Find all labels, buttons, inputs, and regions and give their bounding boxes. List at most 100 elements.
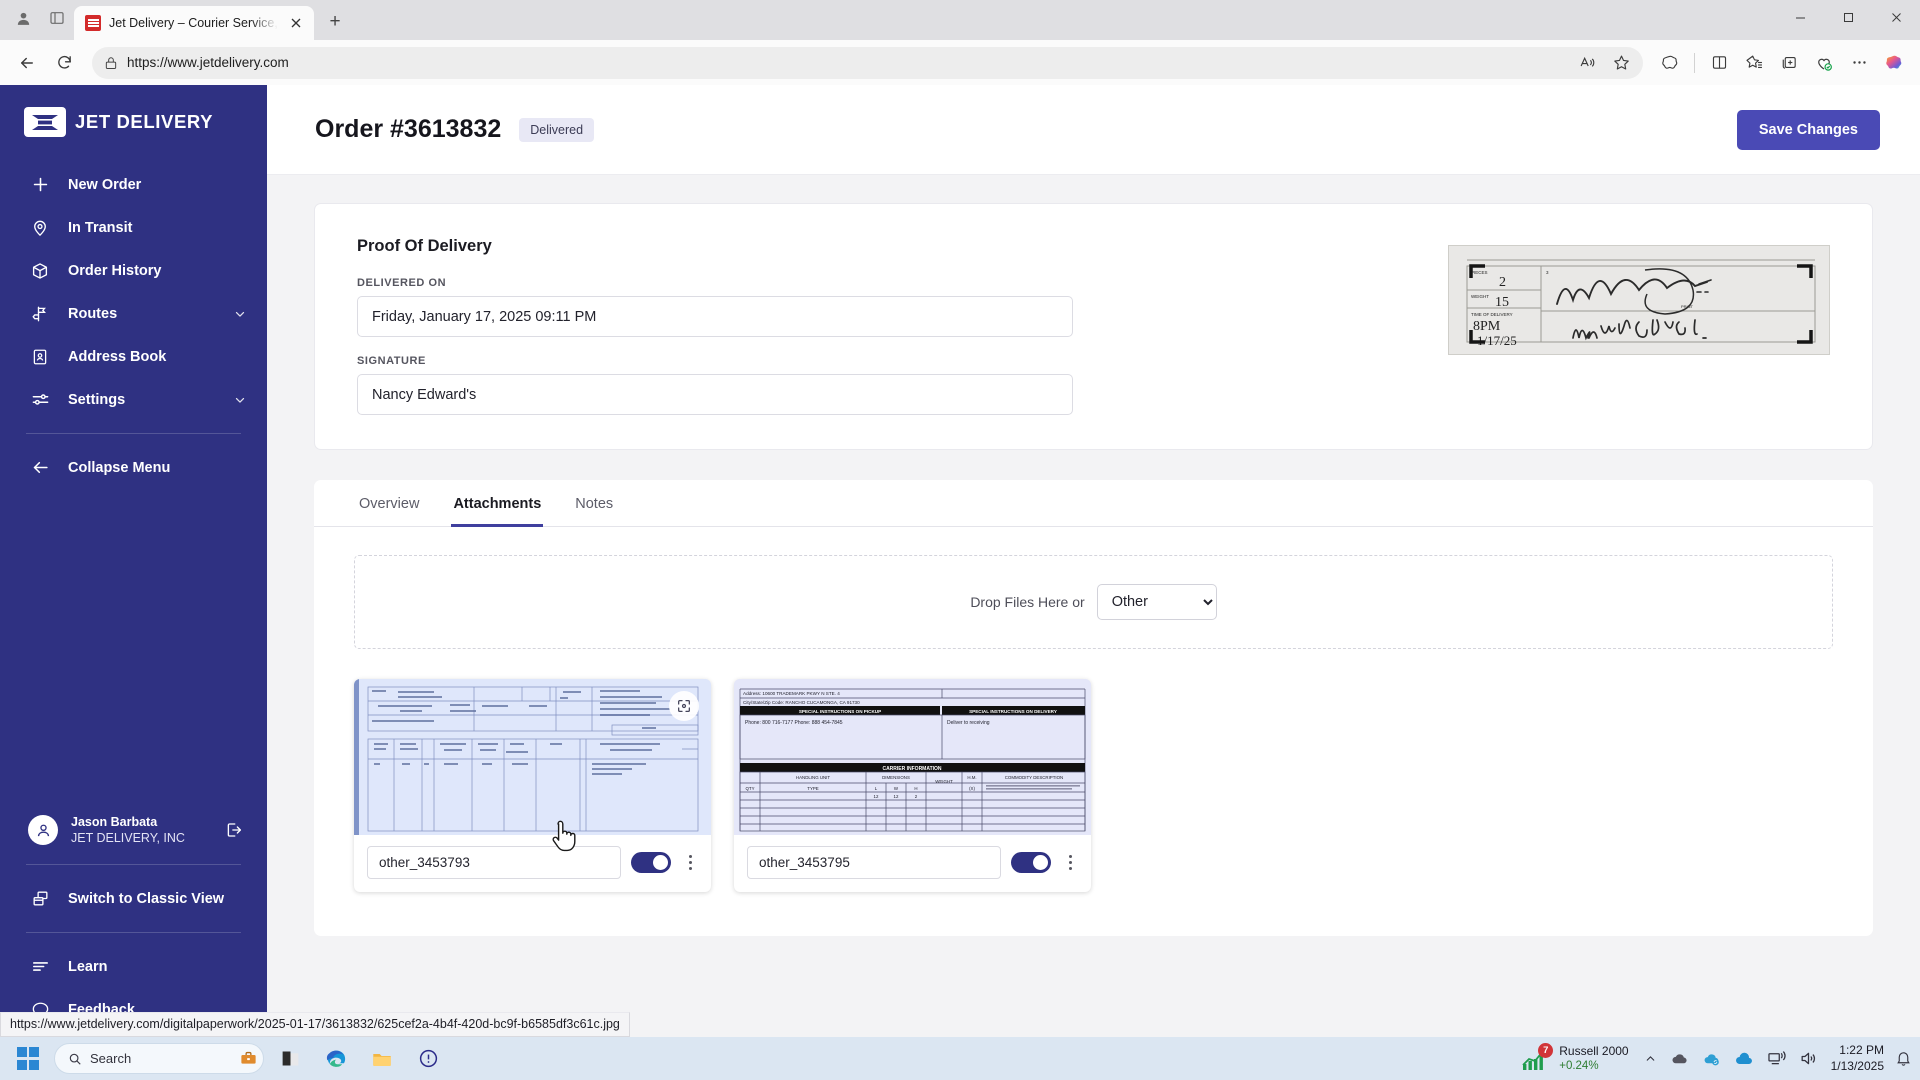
save-changes-button[interactable]: Save Changes bbox=[1736, 109, 1880, 150]
tab-attachments[interactable]: Attachments bbox=[451, 486, 544, 527]
box-icon bbox=[30, 261, 50, 281]
chevron-down-icon[interactable] bbox=[233, 393, 247, 407]
attachment-preview[interactable]: Address: 10600 TRADEMARK PKWY N STE. 4 C… bbox=[734, 679, 1091, 835]
pod-section-title: Proof Of Delivery bbox=[357, 237, 492, 255]
browser-tab[interactable]: Jet Delivery – Courier Service, San… bbox=[74, 6, 314, 40]
minimize-button[interactable] bbox=[1776, 0, 1824, 34]
brand-logo[interactable]: JET DELIVERY bbox=[0, 103, 267, 137]
signature-field: SIGNATURE bbox=[357, 355, 1073, 415]
attachment-visibility-toggle[interactable] bbox=[631, 852, 671, 873]
attachment-more-menu-icon[interactable] bbox=[1061, 855, 1079, 870]
svg-text:12: 12 bbox=[874, 794, 879, 799]
favorite-star-icon[interactable] bbox=[1605, 47, 1637, 79]
taskbar-app-edge[interactable] bbox=[316, 1040, 356, 1078]
taskbar-clock[interactable]: 1:22 PM 1/13/2025 bbox=[1829, 1043, 1884, 1074]
attachment-card[interactable] bbox=[354, 679, 711, 892]
taskbar-app-folder[interactable] bbox=[362, 1040, 402, 1078]
attachment-more-menu-icon[interactable] bbox=[681, 855, 699, 870]
sidebar-item-label: Switch to Classic View bbox=[68, 890, 225, 907]
delivered-on-input[interactable] bbox=[357, 296, 1073, 337]
sidebar-item-label: Routes bbox=[68, 305, 118, 322]
svg-text:2: 2 bbox=[1499, 275, 1506, 290]
sidebar-divider bbox=[26, 433, 241, 434]
briefcase-icon[interactable] bbox=[239, 1049, 258, 1068]
new-tab-button[interactable]: + bbox=[320, 7, 350, 37]
weather-cloud-icon[interactable] bbox=[1670, 1049, 1689, 1068]
chevron-down-icon[interactable] bbox=[233, 307, 247, 321]
split-screen-icon[interactable] bbox=[1703, 47, 1735, 79]
file-dropzone[interactable]: Drop Files Here or Other bbox=[354, 555, 1833, 649]
taskbar-widget-stock[interactable]: 7 Russell 2000 +0.24% bbox=[1517, 1042, 1632, 1073]
tab-actions-icon[interactable] bbox=[42, 3, 72, 33]
favorites-list-icon[interactable] bbox=[1738, 47, 1770, 79]
stock-sparkline-icon: 7 bbox=[1521, 1042, 1554, 1071]
svg-text:PIECES: PIECES bbox=[1471, 270, 1488, 275]
close-icon[interactable] bbox=[286, 13, 306, 33]
expand-icon[interactable] bbox=[669, 691, 699, 721]
back-icon[interactable] bbox=[10, 46, 44, 80]
browser-essentials-icon[interactable] bbox=[1808, 47, 1840, 79]
delivered-on-label: DELIVERED ON bbox=[357, 277, 447, 289]
close-window-button[interactable] bbox=[1872, 0, 1920, 34]
copilot-sidebar-icon[interactable] bbox=[1654, 47, 1686, 79]
more-options-icon[interactable] bbox=[1843, 47, 1875, 79]
attachment-name-input[interactable] bbox=[367, 846, 621, 879]
notification-bell-icon[interactable] bbox=[1895, 1050, 1912, 1067]
taskbar-search[interactable]: Search bbox=[54, 1043, 264, 1074]
page-title: Order #3613832 bbox=[315, 115, 502, 143]
attachment-name-input[interactable] bbox=[747, 846, 1001, 879]
network-icon[interactable] bbox=[1767, 1049, 1786, 1068]
sidebar-item-order-history[interactable]: Order History bbox=[0, 249, 267, 292]
window-controls bbox=[1776, 0, 1920, 40]
svg-text:12: 12 bbox=[894, 794, 899, 799]
signature-image[interactable]: PIECES WEIGHT TIME OF DELIVERY 3 PRINT 2… bbox=[1448, 245, 1830, 355]
attachment-type-select[interactable]: Other bbox=[1096, 584, 1217, 620]
address-bar[interactable]: https://www.jetdelivery.com bbox=[92, 46, 1643, 79]
sidebar-item-learn[interactable]: Learn bbox=[0, 945, 267, 988]
content-scroll-area: Proof Of Delivery DELIVERED ON SIGNATURE bbox=[267, 175, 1920, 1037]
sidebar-item-new-order[interactable]: New Order bbox=[0, 163, 267, 206]
read-aloud-icon[interactable] bbox=[1571, 47, 1603, 79]
browser-toolbar: https://www.jetdelivery.com bbox=[0, 40, 1920, 85]
sidebar-item-in-transit[interactable]: In Transit bbox=[0, 206, 267, 249]
svg-text:WEIGHT: WEIGHT bbox=[935, 779, 953, 784]
main-content: Order #3613832 Delivered Save Changes Pr… bbox=[267, 85, 1920, 1037]
svg-text:DIMENSIONS: DIMENSIONS bbox=[882, 775, 910, 780]
tab-notes[interactable]: Notes bbox=[573, 486, 615, 527]
attachment-visibility-toggle[interactable] bbox=[1011, 852, 1051, 873]
sidebar-item-settings[interactable]: Settings bbox=[0, 378, 267, 421]
taskbar-app-file-explorer-dark[interactable] bbox=[270, 1040, 310, 1078]
svg-text:Address: 10600 TRADEMARK PKWY: Address: 10600 TRADEMARK PKWY N STE. 4 bbox=[743, 691, 840, 696]
copilot-icon[interactable] bbox=[1878, 47, 1910, 79]
sidebar-item-switch-classic-view[interactable]: Switch to Classic View bbox=[0, 877, 267, 920]
onedrive-icon[interactable] bbox=[1734, 1049, 1754, 1069]
profile-avatar-icon[interactable] bbox=[8, 3, 38, 33]
start-button[interactable] bbox=[8, 1041, 48, 1077]
svg-text:15: 15 bbox=[1495, 295, 1509, 310]
jet-delivery-logo-icon bbox=[24, 107, 66, 137]
user-profile[interactable]: Jason Barbata JET DELIVERY, INC bbox=[0, 808, 267, 852]
sidebar-item-label: Collapse Menu bbox=[68, 459, 171, 476]
sidebar-item-routes[interactable]: Routes bbox=[0, 292, 267, 335]
sidebar-item-label: Order History bbox=[68, 262, 162, 279]
attachment-footer bbox=[354, 835, 711, 892]
reload-icon[interactable] bbox=[47, 46, 81, 80]
attachment-preview[interactable] bbox=[354, 679, 711, 835]
attachment-grid: Address: 10600 TRADEMARK PKWY N STE. 4 C… bbox=[354, 679, 1833, 892]
svg-text:CARRIER INFORMATION: CARRIER INFORMATION bbox=[882, 766, 941, 772]
maximize-button[interactable] bbox=[1824, 0, 1872, 34]
signature-input[interactable] bbox=[357, 374, 1073, 415]
taskbar-app-info[interactable] bbox=[408, 1040, 448, 1078]
sidebar-item-address-book[interactable]: Address Book bbox=[0, 335, 267, 378]
attachment-card[interactable]: Address: 10600 TRADEMARK PKWY N STE. 4 C… bbox=[734, 679, 1091, 892]
tab-overview[interactable]: Overview bbox=[357, 486, 421, 527]
logout-icon[interactable] bbox=[223, 821, 245, 839]
show-hidden-icons-chevron-up-icon[interactable] bbox=[1644, 1052, 1657, 1065]
sidebar-item-collapse-menu[interactable]: Collapse Menu bbox=[0, 446, 267, 489]
onedrive-sync-icon[interactable] bbox=[1702, 1049, 1721, 1068]
clock-date: 1/13/2025 bbox=[1830, 1058, 1884, 1073]
collections-icon[interactable] bbox=[1773, 47, 1805, 79]
search-icon bbox=[68, 1052, 82, 1066]
volume-icon[interactable] bbox=[1799, 1049, 1818, 1068]
svg-text:SPECIAL INSTRUCTIONS ON PICKUP: SPECIAL INSTRUCTIONS ON PICKUP bbox=[799, 709, 881, 714]
